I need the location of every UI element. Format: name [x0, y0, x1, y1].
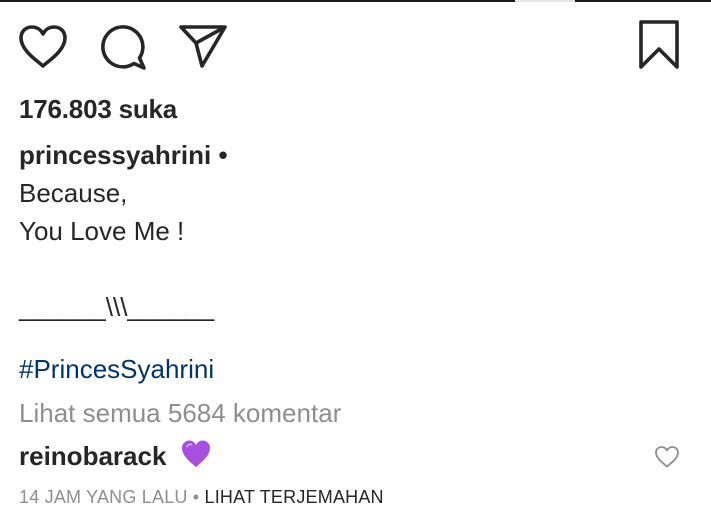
meta-separator: • — [187, 487, 205, 507]
heart-outline-icon — [19, 25, 67, 68]
comment-item: reinobarack — [19, 439, 212, 472]
caption-line: ​ — [19, 250, 228, 288]
purple-heart-icon — [181, 440, 210, 467]
bookmark-outline-icon — [639, 20, 679, 69]
like-count[interactable]: 176.803 suka — [19, 94, 177, 125]
caption-dot: • — [218, 140, 228, 170]
post-caption: princessyahrini • Because, You Love Me !… — [19, 136, 228, 326]
post-timestamp: 14 JAM YANG LALU — [19, 487, 188, 507]
comment-like-button[interactable] — [654, 445, 680, 469]
comment-bubble-icon — [101, 25, 146, 70]
view-all-comments-link[interactable]: Lihat semua 5684 komentar — [19, 398, 341, 429]
comment-button[interactable] — [99, 23, 147, 71]
caption-header: princessyahrini • — [19, 136, 228, 174]
hashtag-link[interactable]: #PrincesSyahrini — [19, 354, 214, 385]
caption-line: You Love Me ! — [19, 216, 185, 246]
comment-username[interactable]: reinobarack — [19, 441, 166, 471]
see-translation-link[interactable]: LIHAT TERJEMAHAN — [205, 487, 384, 507]
caption-username[interactable]: princessyahrini — [19, 140, 211, 170]
small-heart-outline-icon — [655, 446, 679, 468]
save-button[interactable] — [638, 20, 680, 70]
share-button[interactable] — [178, 23, 228, 69]
post-action-bar — [0, 0, 711, 90]
like-button[interactable] — [18, 24, 68, 70]
post-meta: 14 JAM YANG LALU • LIHAT TERJEMAHAN — [19, 487, 384, 508]
caption-line: ______\\\______ — [19, 292, 215, 322]
caption-line: Because, — [19, 178, 128, 208]
paper-plane-icon — [179, 25, 227, 68]
